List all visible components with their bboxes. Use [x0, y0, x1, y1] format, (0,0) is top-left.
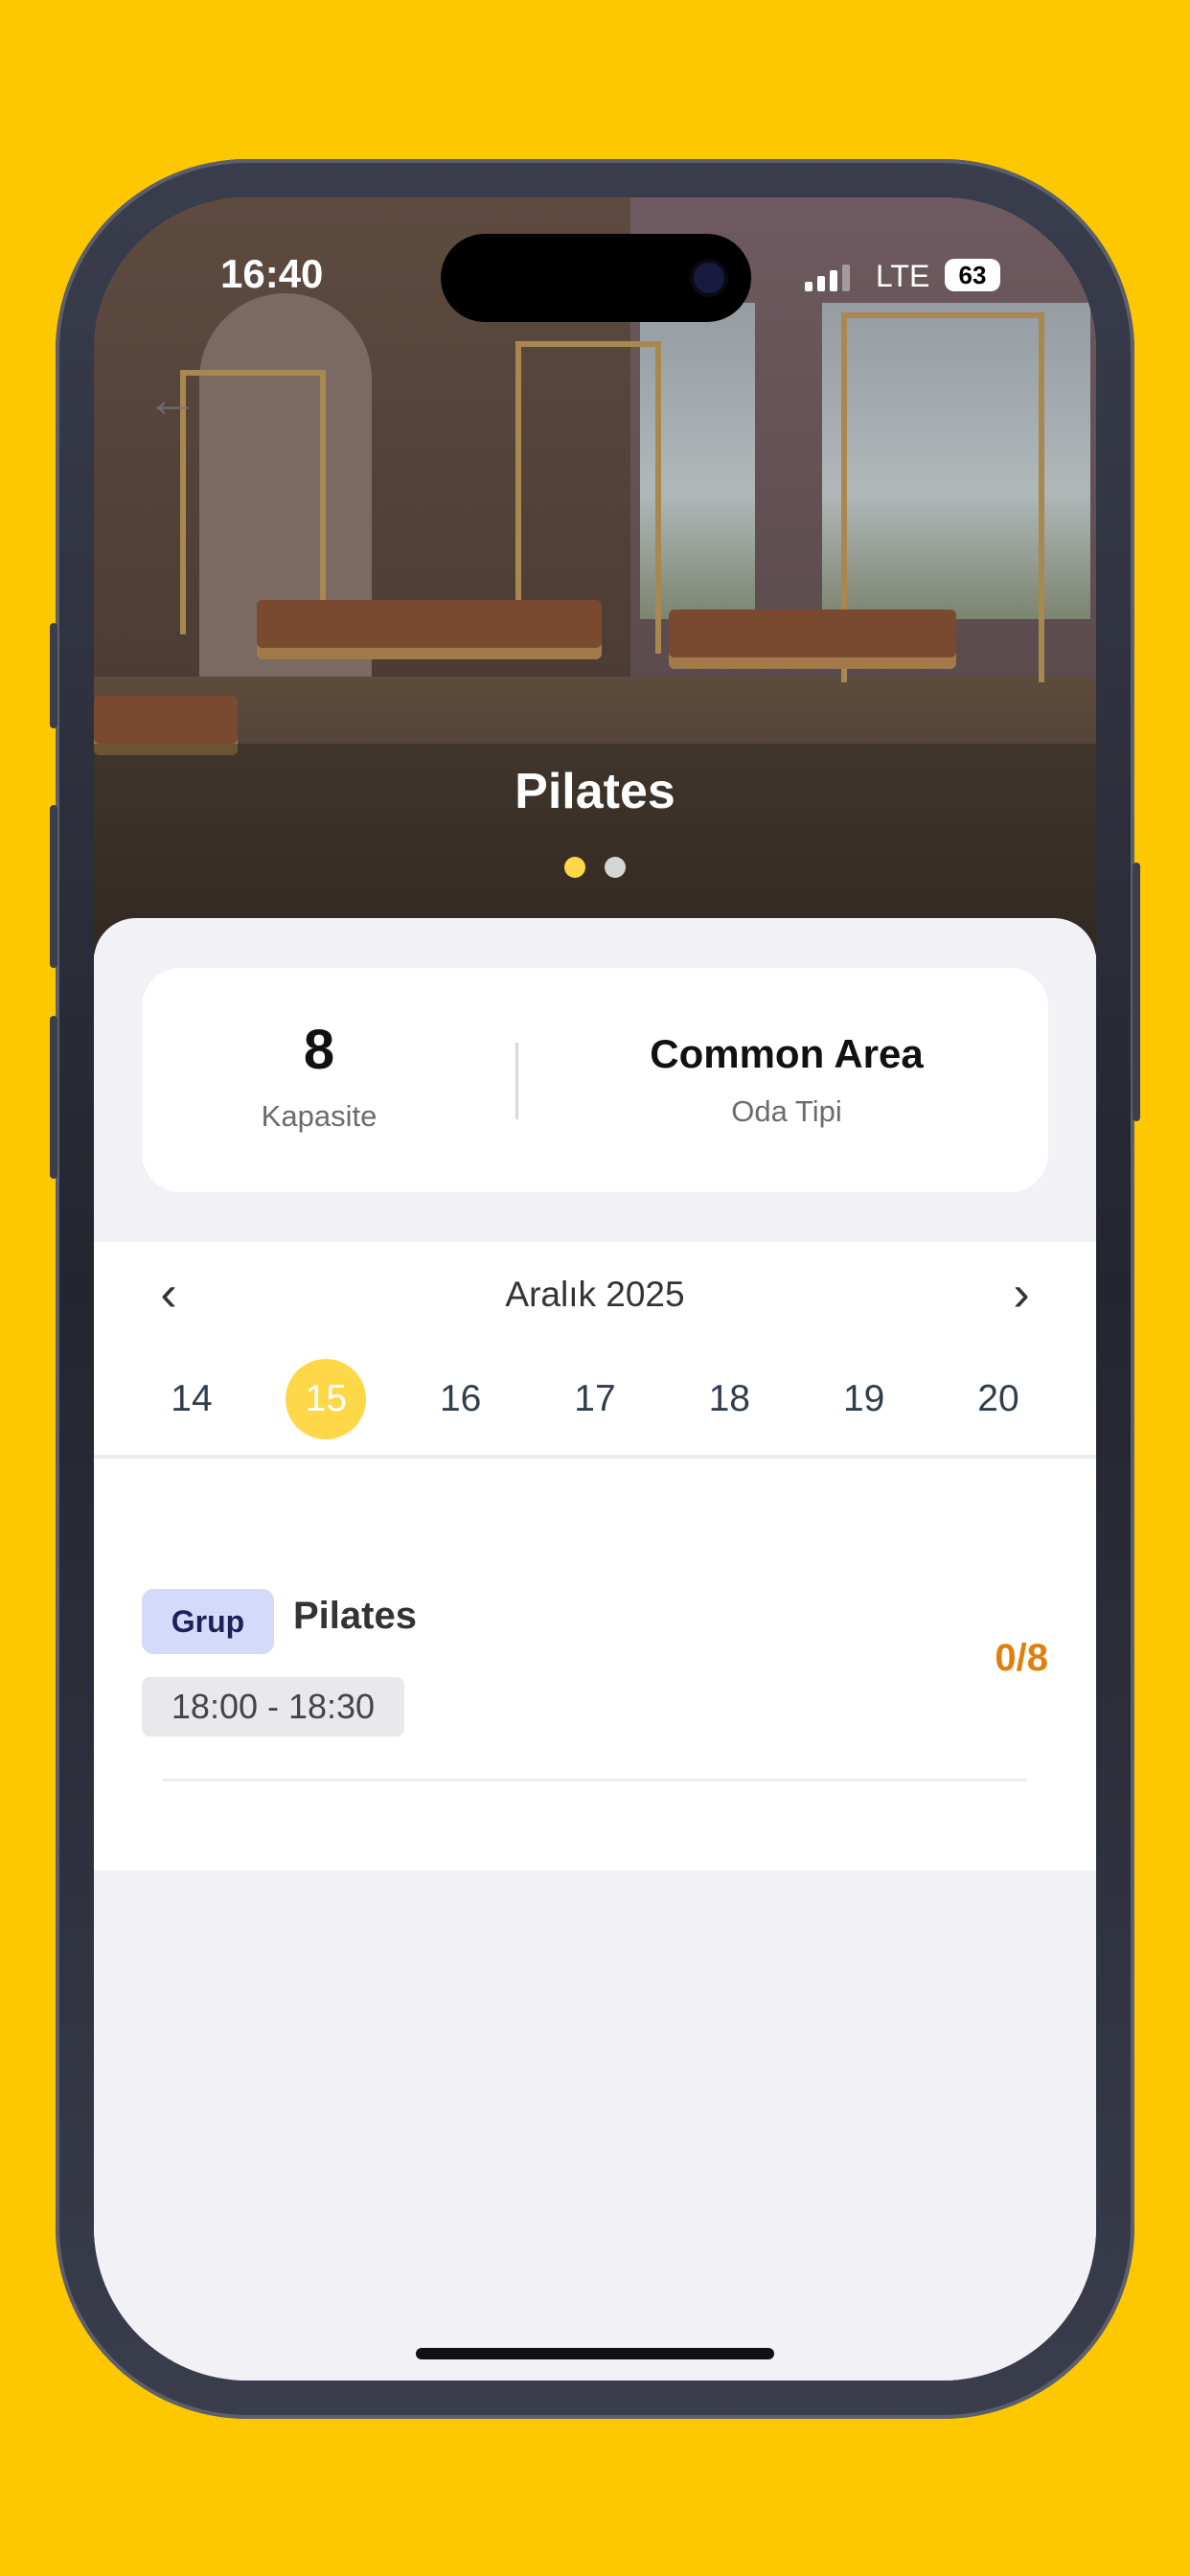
volume-up-button	[50, 805, 57, 968]
session-item[interactable]: Grup Pilates 18:00 - 18:30 0/8	[94, 1459, 1096, 1784]
capacity-info: 8 Kapasite	[142, 1018, 496, 1134]
session-list: Grup Pilates 18:00 - 18:30 0/8	[94, 1459, 1096, 1871]
chevron-right-icon[interactable]: ›	[993, 1265, 1050, 1322]
room-type-value: Common Area	[650, 1031, 924, 1076]
reformer-bed	[669, 610, 956, 657]
capacity-value: 8	[303, 1019, 335, 1081]
back-arrow-icon[interactable]: ←	[146, 370, 203, 427]
network-label: LTE	[876, 259, 930, 293]
day-14[interactable]: 14	[151, 1359, 232, 1439]
day-17[interactable]: 17	[555, 1359, 635, 1439]
signal-icon	[805, 264, 850, 291]
day-18[interactable]: 18	[689, 1359, 769, 1439]
carousel-pagination	[94, 857, 1096, 878]
carousel-dot[interactable]	[605, 857, 626, 878]
week-calendar: ‹ Aralık 2025 › 14 15 16 17 18 19 20	[94, 1242, 1096, 1459]
status-time: 16:40	[220, 251, 324, 296]
app-screen: ← Pilates 16:40 LTE 63 8 Kapasite Common…	[94, 197, 1096, 2380]
day-15-selected[interactable]: 15	[286, 1359, 367, 1439]
day-19[interactable]: 19	[824, 1359, 904, 1439]
day-16[interactable]: 16	[421, 1359, 501, 1439]
reformer-bed	[257, 600, 602, 648]
month-label: Aralık 2025	[505, 1275, 685, 1314]
session-capacity: 0/8	[995, 1637, 1048, 1679]
reformer-bed	[94, 696, 238, 744]
info-divider	[515, 1043, 518, 1119]
camera-icon	[694, 263, 724, 293]
room-type-info: Common Area Oda Tipi	[525, 1018, 1048, 1129]
battery-icon: 63	[945, 259, 1000, 291]
hero-title: Pilates	[515, 764, 675, 819]
volume-down-button	[50, 1016, 57, 1179]
power-button	[1133, 862, 1140, 1121]
content-panel: 8 Kapasite Common Area Oda Tipi ‹ Aralık…	[94, 918, 1096, 2380]
carousel-dot-active[interactable]	[564, 857, 585, 878]
list-divider	[163, 1779, 1027, 1782]
session-time: 18:00 - 18:30	[142, 1677, 404, 1736]
action-button	[50, 623, 57, 728]
session-name: Pilates	[293, 1595, 417, 1637]
home-indicator[interactable]	[416, 2348, 774, 2359]
room-type-label: Oda Tipi	[731, 1094, 842, 1128]
room-info-card: 8 Kapasite Common Area Oda Tipi	[142, 968, 1048, 1192]
day-row: 14 15 16 17 18 19 20	[151, 1359, 1039, 1439]
capacity-label: Kapasite	[261, 1099, 378, 1133]
session-type-badge: Grup	[142, 1589, 274, 1654]
day-20[interactable]: 20	[958, 1359, 1039, 1439]
